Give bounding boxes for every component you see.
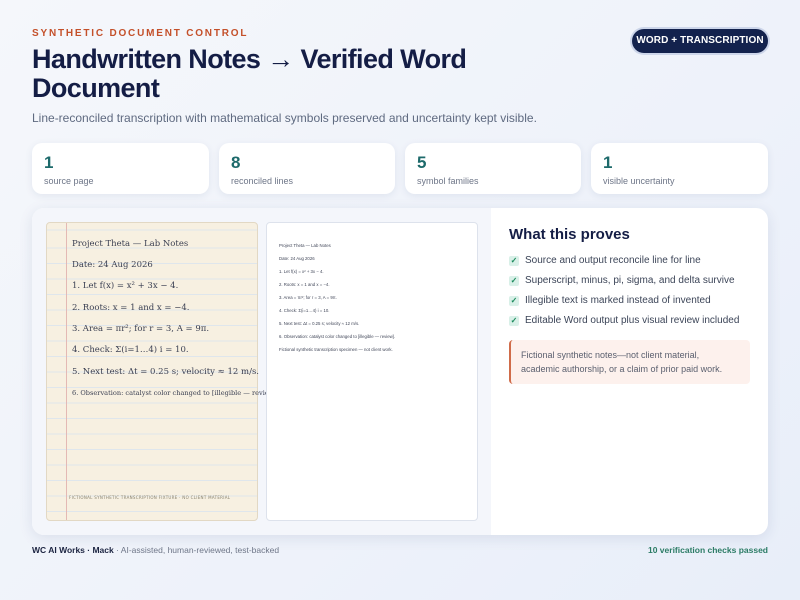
doc-line: 3. Area = πr²; for r = 3, A = 9π. [279,295,337,300]
proof-item: ✓ Illegible text is marked instead of in… [509,295,750,306]
doc-line: Fictional synthetic transcription specim… [279,347,393,352]
footer-brand: WC AI Works · Mack [32,545,114,555]
doc-line: 2. Roots: x = 1 and x = −4. [279,282,330,287]
footer-tagline: · AI-assisted, human-reviewed, test-back… [113,545,280,555]
handwritten-line: 4. Check: Σ(i=1…4) i = 10. [72,345,189,355]
handwritten-line: 2. Roots: x = 1 and x = −4. [72,303,190,313]
check-icon: ✓ [509,315,519,326]
doc-line: Date: 24 Aug 2026 [279,256,315,261]
stat-label: reconciled lines [231,176,294,186]
stat-value: 8 [231,153,241,172]
proof-item: ✓ Source and output reconcile line for l… [509,255,750,266]
fixture-footnote: FICTIONAL SYNTHETIC TRANSCRIPTION FIXTUR… [69,495,231,500]
handwritten-line: Project Theta — Lab Notes [72,239,189,249]
eyebrow-label: SYNTHETIC DOCUMENT CONTROL [32,28,249,39]
proof-item: ✓ Editable Word output plus visual revie… [509,315,750,326]
proof-item-label: Superscript, minus, pi, sigma, and delta… [525,275,735,286]
page-subtitle: Line-reconciled transcription with mathe… [32,111,537,125]
stat-value: 5 [417,153,427,172]
check-icon: ✓ [509,275,519,286]
doc-line: 1. Let f(x) = x² + 3x − 4. [279,269,324,274]
stat-label: symbol families [417,176,479,186]
stat-card-symbol-families: 5 symbol families [405,143,581,194]
category-badge: WORD + TRANSCRIPTION [632,29,768,53]
handwritten-line: 5. Next test: Δt = 0.25 s; velocity ≈ 12… [72,367,260,377]
proof-heading: What this proves [509,226,630,243]
handwritten-line: 6. Observation: catalyst color changed t… [72,389,277,397]
handwritten-line: 3. Area = πr²; for r = 3, A = 9π. [72,324,210,334]
disclaimer-note: Fictional synthetic notes—not client mat… [509,340,750,384]
check-icon: ✓ [509,295,519,306]
proof-item: ✓ Superscript, minus, pi, sigma, and del… [509,275,750,286]
doc-line: 4. Check: Σ(i=1…4) i = 10. [279,308,330,313]
handwritten-notes-page: Project Theta — Lab Notes Date: 24 Aug 2… [46,222,277,521]
proof-panel: What this proves ✓ Source and output rec… [491,208,768,535]
proof-item-label: Illegible text is marked instead of inve… [525,295,711,306]
check-icon: ✓ [509,255,519,266]
handwritten-line: Date: 24 Aug 2026 [72,260,153,270]
handwritten-line: 1. Let f(x) = x² + 3x − 4. [72,281,179,291]
preview-pane: Project Theta — Lab Notes Date: 24 Aug 2… [32,208,491,535]
proof-item-label: Editable Word output plus visual review … [525,315,740,326]
stat-value: 1 [603,153,613,172]
stat-card-source-page: 1 source page [32,143,209,194]
margin-rule [66,223,67,520]
stat-label: source page [44,176,94,186]
word-document-preview: Project Theta — Lab Notes Date: 24 Aug 2… [266,222,478,521]
stat-label: visible uncertainty [603,176,675,186]
doc-line: 5. Next test: Δt = 0.25 s; velocity ≈ 12… [279,321,360,326]
page-title: Handwritten Notes → Verified Word Docume… [32,44,467,103]
proof-item-label: Source and output reconcile line for lin… [525,255,701,266]
doc-line: Project Theta — Lab Notes [279,243,331,248]
stat-value: 1 [44,153,54,172]
comparison-card: Project Theta — Lab Notes Date: 24 Aug 2… [32,208,768,535]
doc-line: 6. Observation: catalyst color changed t… [279,334,396,339]
stat-card-visible-uncertainty: 1 visible uncertainty [591,143,768,194]
verification-status: 10 verification checks passed [647,545,768,555]
stat-card-reconciled-lines: 8 reconciled lines [219,143,395,194]
footer-credit: WC AI Works · Mack · AI-assisted, human-… [32,545,279,555]
